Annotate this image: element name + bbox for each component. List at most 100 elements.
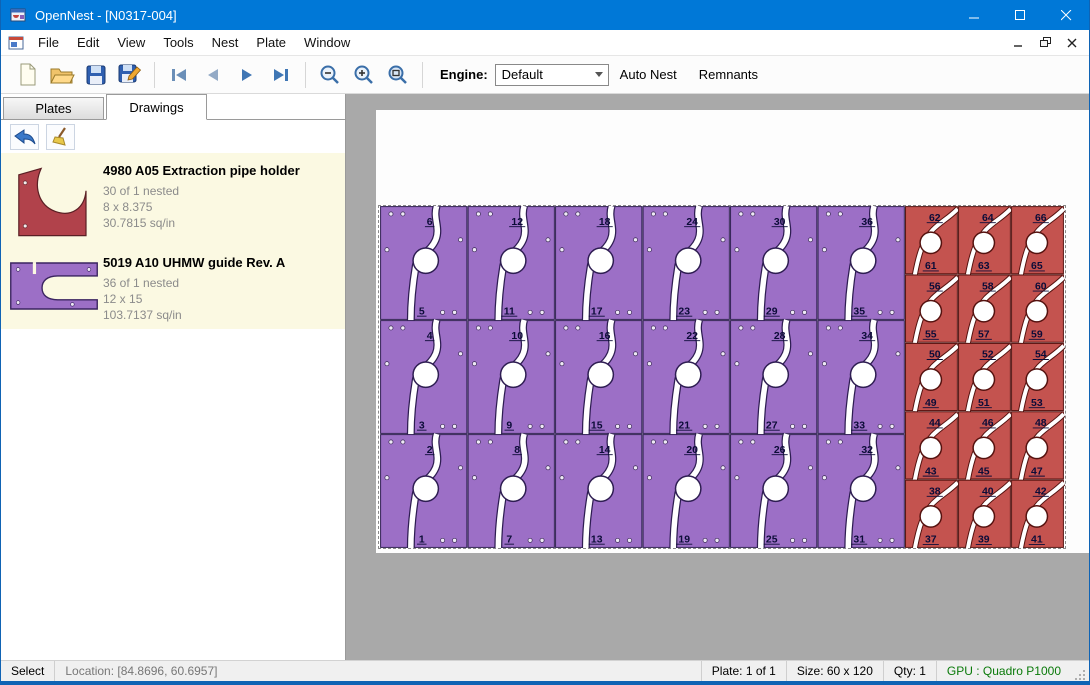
menu-view[interactable]: View bbox=[108, 31, 154, 54]
purple-part-pair[interactable]: 1211 bbox=[468, 206, 554, 320]
open-file-button[interactable] bbox=[45, 59, 79, 91]
save-as-button[interactable] bbox=[113, 59, 147, 91]
purple-part-pair[interactable]: 2827 bbox=[731, 320, 817, 434]
mdi-close-button[interactable] bbox=[1060, 33, 1084, 53]
save-button[interactable] bbox=[79, 59, 113, 91]
menu-plate[interactable]: Plate bbox=[247, 31, 295, 54]
nav-first-button[interactable] bbox=[162, 59, 196, 91]
minimize-button[interactable] bbox=[951, 0, 997, 30]
engine-select[interactable]: Default bbox=[495, 64, 609, 86]
red-part-pair[interactable]: 4241 bbox=[1012, 480, 1064, 548]
purple-part-pair[interactable]: 43 bbox=[381, 320, 467, 434]
zoom-out-button[interactable] bbox=[313, 59, 347, 91]
mdi-minimize-button[interactable] bbox=[1006, 33, 1030, 53]
red-part-pair[interactable]: 3837 bbox=[906, 480, 958, 548]
purple-part-pair[interactable]: 2625 bbox=[731, 434, 817, 548]
red-part-pair[interactable]: 5251 bbox=[959, 343, 1011, 411]
purple-part-pair[interactable]: 65 bbox=[381, 206, 467, 320]
red-part-pair[interactable]: 6059 bbox=[1012, 275, 1064, 343]
status-plate: Plate: 1 of 1 bbox=[701, 661, 786, 681]
side-panel: Plates Drawings bbox=[1, 94, 346, 660]
purple-part-pair[interactable]: 87 bbox=[468, 434, 554, 548]
status-gpu: GPU : Quadro P1000 bbox=[936, 661, 1071, 681]
red-part-pair[interactable]: 4847 bbox=[1012, 412, 1064, 480]
tab-plates[interactable]: Plates bbox=[3, 97, 104, 119]
purple-part-pair[interactable]: 3635 bbox=[818, 206, 904, 320]
status-size: Size: 60 x 120 bbox=[786, 661, 883, 681]
drawings-toolbar bbox=[1, 120, 345, 153]
zoom-in-button[interactable] bbox=[347, 59, 381, 91]
titlebar: OpenNest - [N0317-004] bbox=[1, 0, 1089, 30]
drawing-title: 5019 A10 UHMW guide Rev. A bbox=[103, 255, 285, 270]
purple-part-pair[interactable]: 2221 bbox=[643, 320, 729, 434]
clean-broom-button[interactable] bbox=[46, 124, 75, 150]
red-part-pair[interactable]: 4039 bbox=[959, 480, 1011, 548]
zoom-fit-button[interactable] bbox=[381, 59, 415, 91]
purple-part-pair[interactable]: 3231 bbox=[818, 434, 904, 548]
new-document-button[interactable] bbox=[11, 59, 45, 91]
red-part-pair[interactable]: 5049 bbox=[906, 343, 958, 411]
drawing-list-item[interactable]: 5019 A10 UHMW guide Rev. A 36 of 1 neste… bbox=[1, 245, 345, 329]
menu-edit[interactable]: Edit bbox=[68, 31, 108, 54]
drawing-thumbnail-red bbox=[5, 160, 103, 239]
app-window: OpenNest - [N0317-004] File Edit View To… bbox=[0, 0, 1090, 685]
mdi-restore-button[interactable] bbox=[1033, 33, 1057, 53]
red-part-pair[interactable]: 5857 bbox=[959, 275, 1011, 343]
red-part-pair[interactable]: 5655 bbox=[906, 275, 958, 343]
menu-nest[interactable]: Nest bbox=[203, 31, 248, 54]
red-part-pair[interactable]: 5453 bbox=[1012, 343, 1064, 411]
resize-grip[interactable] bbox=[1071, 661, 1089, 681]
toolbar-separator bbox=[154, 62, 155, 88]
drawing-nested-count: 30 of 1 nested bbox=[103, 183, 300, 199]
purple-part-pair[interactable]: 3029 bbox=[731, 206, 817, 320]
nav-previous-button[interactable] bbox=[196, 59, 230, 91]
app-icon bbox=[10, 7, 26, 23]
menubar: File Edit View Tools Nest Plate Window bbox=[1, 30, 1089, 56]
drawing-nested-count: 36 of 1 nested bbox=[103, 275, 285, 291]
nav-last-button[interactable] bbox=[264, 59, 298, 91]
drawing-title: 4980 A05 Extraction pipe holder bbox=[103, 163, 300, 178]
purple-part-pair[interactable]: 21 bbox=[381, 434, 467, 548]
purple-part-pair[interactable]: 1817 bbox=[556, 206, 642, 320]
auto-nest-button[interactable]: Auto Nest bbox=[609, 67, 688, 82]
purple-part-pair[interactable]: 3433 bbox=[818, 320, 904, 434]
maximize-button[interactable] bbox=[997, 0, 1043, 30]
statusbar: Select Location: [84.8696, 60.6957] Plat… bbox=[1, 660, 1089, 681]
drawing-list-item[interactable]: 4980 A05 Extraction pipe holder 30 of 1 … bbox=[1, 153, 345, 245]
drawing-size: 8 x 8.375 bbox=[103, 199, 300, 215]
chevron-down-icon bbox=[595, 72, 603, 77]
document-icon[interactable] bbox=[8, 36, 24, 50]
tab-drawings[interactable]: Drawings bbox=[106, 94, 207, 120]
drawing-info: 5019 A10 UHMW guide Rev. A 36 of 1 neste… bbox=[103, 252, 285, 323]
nest-plate-svg[interactable]: 6512111817242330293635431091615222128273… bbox=[378, 205, 1066, 549]
nest-canvas[interactable]: 6512111817242330293635431091615222128273… bbox=[346, 94, 1089, 660]
purple-part-pair[interactable]: 1413 bbox=[556, 434, 642, 548]
drawing-info: 4980 A05 Extraction pipe holder 30 of 1 … bbox=[103, 160, 300, 239]
purple-part-pair[interactable]: 109 bbox=[468, 320, 554, 434]
red-part-pair[interactable]: 4645 bbox=[959, 412, 1011, 480]
purple-part-pair[interactable]: 1615 bbox=[556, 320, 642, 434]
window-title: OpenNest - [N0317-004] bbox=[35, 8, 177, 23]
window-controls bbox=[951, 0, 1089, 30]
panel-tabs: Plates Drawings bbox=[1, 94, 345, 120]
red-part-pair[interactable]: 6665 bbox=[1012, 207, 1064, 275]
remnants-button[interactable]: Remnants bbox=[688, 67, 769, 82]
import-drawing-button[interactable] bbox=[10, 124, 39, 150]
purple-part-pair[interactable]: 2423 bbox=[643, 206, 729, 320]
status-mode: Select bbox=[1, 661, 55, 681]
purple-part-pair[interactable]: 2019 bbox=[643, 434, 729, 548]
toolbar-separator bbox=[422, 62, 423, 88]
menu-file[interactable]: File bbox=[29, 31, 68, 54]
close-button[interactable] bbox=[1043, 0, 1089, 30]
red-part-pair[interactable]: 4443 bbox=[906, 412, 958, 480]
status-location: Location: [84.8696, 60.6957] bbox=[55, 661, 227, 681]
engine-selected-value: Default bbox=[502, 67, 543, 82]
engine-label: Engine: bbox=[440, 67, 488, 82]
red-part-pair[interactable]: 6261 bbox=[906, 207, 958, 275]
menu-window[interactable]: Window bbox=[295, 31, 359, 54]
nav-next-button[interactable] bbox=[230, 59, 264, 91]
red-part-pair[interactable]: 6463 bbox=[959, 207, 1011, 275]
status-qty: Qty: 1 bbox=[883, 661, 936, 681]
menu-tools[interactable]: Tools bbox=[154, 31, 202, 54]
drawing-area: 30.7815 sq/in bbox=[103, 215, 300, 231]
